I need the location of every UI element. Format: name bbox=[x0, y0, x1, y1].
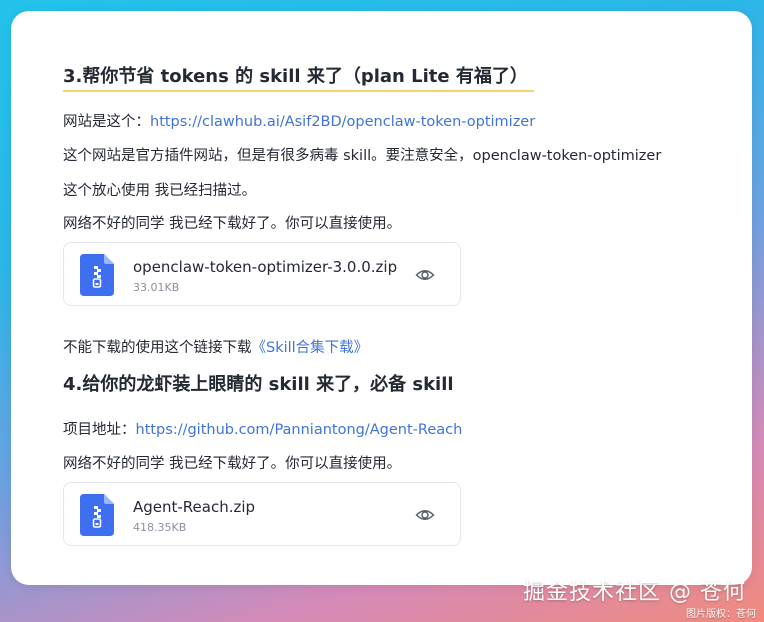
heading-highlight-underline bbox=[63, 90, 534, 92]
zip-file-icon bbox=[80, 494, 114, 536]
file-size: 418.35KB bbox=[133, 521, 187, 534]
clawhub-link[interactable]: https://clawhub.ai/Asif2BD/openclaw-toke… bbox=[150, 114, 535, 130]
eye-icon[interactable] bbox=[415, 265, 435, 285]
project-label: 项目地址： bbox=[63, 422, 136, 438]
site-line: 网站是这个：https://clawhub.ai/Asif2BD/opencla… bbox=[63, 112, 535, 132]
file-attachment-agent-reach[interactable]: Agent-Reach.zip 418.35KB bbox=[63, 482, 461, 546]
juejin-watermark: 掘金技术社区 @ 苍何 bbox=[523, 580, 746, 605]
alt-download-line: 不能下载的使用这个链接下载《Skill合集下载》 bbox=[63, 338, 368, 358]
project-line: 项目地址：https://github.com/Panniantong/Agen… bbox=[63, 420, 462, 440]
file-name: Agent-Reach.zip bbox=[133, 498, 256, 516]
file-size: 33.01KB bbox=[133, 281, 180, 294]
section-4-heading: 4.给你的龙虾装上眼睛的 skill 来了，必备 skill bbox=[63, 374, 454, 395]
paragraph-download-note-2: 网络不好的同学 我已经下载好了。你可以直接使用。 bbox=[63, 456, 402, 472]
section-3-heading: 3.帮你节省 tokens 的 skill 来了（plan Lite 有福了） bbox=[63, 65, 534, 92]
zip-file-icon bbox=[80, 254, 114, 296]
github-link[interactable]: https://github.com/Panniantong/Agent-Rea… bbox=[136, 422, 463, 438]
article-card: 3.帮你节省 tokens 的 skill 来了（plan Lite 有福了） … bbox=[11, 11, 752, 585]
alt-download-text: 不能下载的使用这个链接下载 bbox=[63, 340, 252, 356]
paragraph-download-note: 网络不好的同学 我已经下载好了。你可以直接使用。 bbox=[63, 216, 402, 232]
site-label: 网站是这个： bbox=[63, 114, 150, 130]
copyright-watermark: 图片版权：苍何 bbox=[686, 609, 756, 620]
paragraph-warning: 这个网站是官方插件网站，但是有很多病毒 skill。要注意安全，openclaw… bbox=[63, 148, 662, 164]
skill-collection-link[interactable]: 《Skill合集下载》 bbox=[252, 340, 369, 356]
paragraph-scanned: 这个放心使用 我已经扫描过。 bbox=[63, 183, 257, 199]
eye-icon[interactable] bbox=[415, 505, 435, 525]
file-attachment-optimizer[interactable]: openclaw-token-optimizer-3.0.0.zip 33.01… bbox=[63, 242, 461, 306]
file-name: openclaw-token-optimizer-3.0.0.zip bbox=[133, 258, 398, 276]
